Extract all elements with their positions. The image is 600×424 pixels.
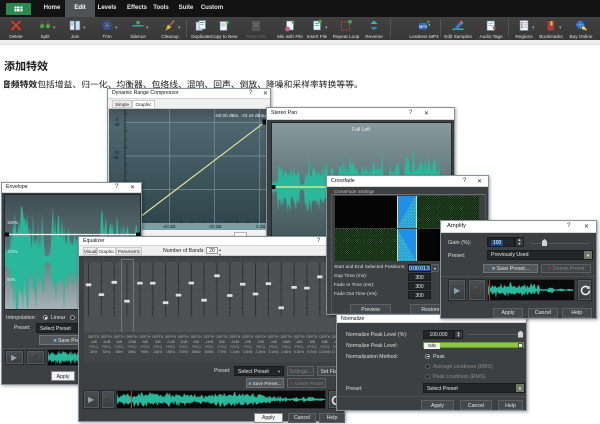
svg-text:100%: 100% [7, 249, 18, 254]
svg-text:dB: dB [113, 155, 118, 160]
svg-text:-60.00 dBin, -23.16 dBout: -60.00 dBin, -23.16 dBout [215, 113, 268, 118]
svg-text:dB: dB [114, 122, 119, 127]
svg-text:150%: 150% [7, 220, 18, 225]
svg-text:Full Left: Full Left [352, 127, 370, 133]
svg-text:MP3: MP3 [419, 24, 428, 29]
svg-text:50%: 50% [7, 277, 16, 282]
